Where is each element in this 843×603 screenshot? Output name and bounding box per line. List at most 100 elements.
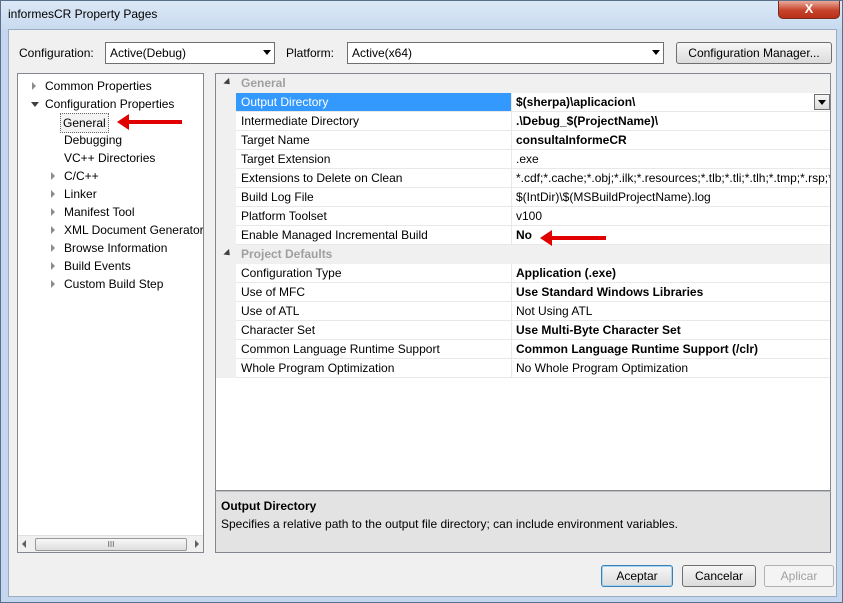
tree-item-label: VC++ Directories <box>64 151 156 165</box>
tree-item-label: Debugging <box>64 133 123 147</box>
ok-button[interactable]: Aceptar <box>601 565 673 587</box>
tree-item-label: Manifest Tool <box>64 205 135 219</box>
scroll-right-icon[interactable] <box>195 540 199 548</box>
tree-item-custom-build-step[interactable]: Custom Build Step <box>18 275 203 293</box>
expand-icon[interactable] <box>51 172 55 180</box>
tree-item-common-properties[interactable]: Common Properties <box>18 77 203 95</box>
description-text: Specifies a relative path to the output … <box>221 517 678 531</box>
property-value[interactable]: .\Debug_$(ProjectName)\ <box>512 112 830 131</box>
property-row-use-of-mfc[interactable]: Use of MFC Use Standard Windows Librarie… <box>216 283 830 302</box>
property-row-clr-support[interactable]: Common Language Runtime Support Common L… <box>216 340 830 359</box>
row-gutter <box>216 131 236 150</box>
tree-item-configuration-properties[interactable]: Configuration Properties <box>18 95 203 113</box>
category-project-defaults[interactable]: Project Defaults <box>216 245 830 264</box>
property-grid[interactable]: General Output Directory $(sherpa)\aplic… <box>215 73 831 491</box>
configuration-combo[interactable]: Active(Debug) <box>105 42 275 64</box>
expand-icon[interactable] <box>32 82 36 90</box>
category-label: General <box>241 76 286 90</box>
property-row-enable-managed-incremental-build[interactable]: Enable Managed Incremental Build No <box>216 226 830 245</box>
property-name: Whole Program Optimization <box>236 359 512 378</box>
property-name: Character Set <box>236 321 512 340</box>
property-row-configuration-type[interactable]: Configuration Type Application (.exe) <box>216 264 830 283</box>
tree-item-manifest-tool[interactable]: Manifest Tool <box>18 203 203 221</box>
property-value[interactable]: v100 <box>512 207 830 226</box>
property-row-target-name[interactable]: Target Name consultaInformeCR <box>216 131 830 150</box>
property-row-whole-program-optimization[interactable]: Whole Program Optimization No Whole Prog… <box>216 359 830 378</box>
property-value[interactable]: No Whole Program Optimization <box>512 359 830 378</box>
row-gutter <box>216 169 236 188</box>
property-value[interactable]: Application (.exe) <box>512 264 830 283</box>
property-row-character-set[interactable]: Character Set Use Multi-Byte Character S… <box>216 321 830 340</box>
expand-icon[interactable] <box>51 280 55 288</box>
chevron-down-icon[interactable] <box>814 94 830 110</box>
collapse-icon[interactable] <box>31 102 39 107</box>
expand-icon[interactable] <box>51 190 55 198</box>
platform-label: Platform: <box>286 46 335 60</box>
property-row-target-extension[interactable]: Target Extension .exe <box>216 150 830 169</box>
apply-button[interactable]: Aplicar <box>764 565 834 587</box>
platform-value: Active(x64) <box>352 46 413 60</box>
cancel-button[interactable]: Cancelar <box>682 565 756 587</box>
annotation-arrow-no <box>540 230 606 246</box>
row-gutter <box>216 188 236 207</box>
tree-item-debugging[interactable]: Debugging <box>18 131 203 149</box>
property-name: Intermediate Directory <box>236 112 512 131</box>
property-row-platform-toolset[interactable]: Platform Toolset v100 <box>216 207 830 226</box>
property-value[interactable]: $(IntDir)\$(MSBuildProjectName).log <box>512 188 830 207</box>
platform-combo[interactable]: Active(x64) <box>347 42 664 64</box>
property-row-use-of-atl[interactable]: Use of ATL Not Using ATL <box>216 302 830 321</box>
tree-item-linker[interactable]: Linker <box>18 185 203 203</box>
property-name: Use of MFC <box>236 283 512 302</box>
expand-icon[interactable] <box>51 226 55 234</box>
property-row-extensions-to-delete[interactable]: Extensions to Delete on Clean *.cdf;*.ca… <box>216 169 830 188</box>
property-value[interactable]: Not Using ATL <box>512 302 830 321</box>
expand-icon[interactable] <box>51 208 55 216</box>
property-row-build-log-file[interactable]: Build Log File $(IntDir)\$(MSBuildProjec… <box>216 188 830 207</box>
configuration-value: Active(Debug) <box>110 46 187 60</box>
title-bar[interactable]: informesCR Property Pages X <box>1 1 842 29</box>
property-row-intermediate-directory[interactable]: Intermediate Directory .\Debug_$(Project… <box>216 112 830 131</box>
property-name: Use of ATL <box>236 302 512 321</box>
row-gutter <box>216 302 236 321</box>
property-pages-window: informesCR Property Pages X Configuratio… <box>0 0 843 603</box>
property-value[interactable]: consultaInformeCR <box>512 131 830 150</box>
property-value[interactable]: $(sherpa)\aplicacion\ <box>512 93 830 112</box>
tree-item-browse-information[interactable]: Browse Information <box>18 239 203 257</box>
tree-item-label: Browse Information <box>64 241 168 255</box>
property-value[interactable]: *.cdf;*.cache;*.obj;*.ilk;*.resources;*.… <box>512 169 830 188</box>
property-name: Target Extension <box>236 150 512 169</box>
scroll-thumb[interactable]: III <box>35 538 187 551</box>
tree-item-build-events[interactable]: Build Events <box>18 257 203 275</box>
chevron-down-icon <box>652 50 660 55</box>
tree-item-label: Common Properties <box>45 79 152 93</box>
property-value[interactable]: Use Multi-Byte Character Set <box>512 321 830 340</box>
property-name: Extensions to Delete on Clean <box>236 169 512 188</box>
property-tree[interactable]: Common Properties Configuration Properti… <box>17 73 204 553</box>
property-name: Configuration Type <box>236 264 512 283</box>
collapse-icon[interactable] <box>223 77 233 88</box>
property-value[interactable]: Use Standard Windows Libraries <box>512 283 830 302</box>
configuration-manager-button[interactable]: Configuration Manager... <box>676 42 832 64</box>
property-name: Enable Managed Incremental Build <box>236 226 512 245</box>
row-gutter <box>216 112 236 131</box>
tree-item-label: Configuration Properties <box>45 97 175 111</box>
tree-item-label: Build Events <box>64 259 131 273</box>
chevron-down-icon <box>263 50 271 55</box>
expand-icon[interactable] <box>51 262 55 270</box>
collapse-icon[interactable] <box>223 248 233 259</box>
tree-item-label: General <box>60 113 109 133</box>
property-value[interactable]: .exe <box>512 150 830 169</box>
configuration-label: Configuration: <box>19 46 94 60</box>
property-row-output-directory[interactable]: Output Directory $(sherpa)\aplicacion\ <box>216 93 830 112</box>
expand-icon[interactable] <box>51 244 55 252</box>
tree-horizontal-scrollbar[interactable]: III <box>18 535 203 552</box>
property-value[interactable]: Common Language Runtime Support (/clr) <box>512 340 830 359</box>
close-button[interactable]: X <box>778 1 840 19</box>
category-general[interactable]: General <box>216 74 830 93</box>
tree-item-vc-directories[interactable]: VC++ Directories <box>18 149 203 167</box>
scroll-left-icon[interactable] <box>22 540 26 548</box>
tree-item-label: XML Document Generator <box>64 223 204 237</box>
tree-item-c-cpp[interactable]: C/C++ <box>18 167 203 185</box>
row-gutter <box>216 150 236 169</box>
tree-item-xml-document-generator[interactable]: XML Document Generator <box>18 221 203 239</box>
